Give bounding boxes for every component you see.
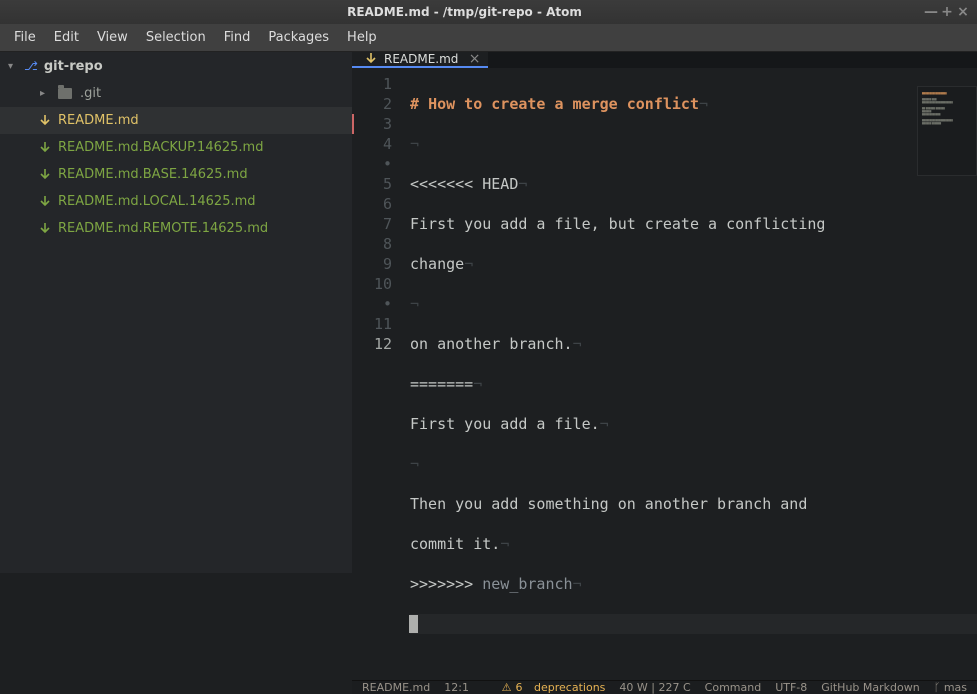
line-number[interactable]: 8	[354, 234, 392, 254]
status-file[interactable]: README.md	[362, 681, 430, 694]
window-maximize-button[interactable]: +	[939, 5, 955, 19]
line-number[interactable]: 2	[354, 94, 392, 114]
git-added-icon	[40, 196, 50, 208]
status-deprecations[interactable]: ⚠ 6 deprecations	[502, 681, 606, 694]
window-titlebar: README.md - /tmp/git-repo - Atom — + ×	[0, 0, 977, 24]
tree-folder-git[interactable]: ▸ .git	[0, 80, 352, 107]
line-number[interactable]: •	[354, 154, 392, 174]
tree-file[interactable]: README.md.LOCAL.14625.md	[0, 188, 352, 215]
project-root[interactable]: ▾ ⎇ git-repo	[0, 52, 352, 80]
status-cursor-position[interactable]: 12:1	[444, 681, 469, 694]
line-number[interactable]: 7	[354, 214, 392, 234]
menu-help[interactable]: Help	[339, 26, 385, 49]
tree-file[interactable]: README.md.BACKUP.14625.md	[0, 134, 352, 161]
line-number[interactable]: 10	[354, 274, 392, 294]
warning-icon: ⚠	[502, 681, 512, 694]
chevron-down-icon: ▾	[8, 61, 18, 72]
tree-item-label: README.md.LOCAL.14625.md	[58, 194, 256, 209]
status-encoding[interactable]: UTF-8	[775, 681, 807, 694]
line-number-gutter[interactable]: 1 2 3 4 • 5 6 7 8 9 10 • 11 12	[352, 68, 400, 680]
line-number[interactable]: 3	[352, 114, 392, 134]
git-modified-icon	[366, 53, 376, 65]
tree-file[interactable]: README.md.BASE.14625.md	[0, 161, 352, 188]
text-cursor	[409, 615, 418, 633]
line-number[interactable]: 5	[354, 174, 392, 194]
tab-label: README.md	[384, 52, 458, 66]
status-git-branch[interactable]: ᚴ mas	[934, 681, 967, 694]
git-added-icon	[40, 223, 50, 235]
menu-packages[interactable]: Packages	[260, 26, 337, 49]
tree-item-label: README.md.BASE.14625.md	[58, 167, 248, 182]
line-number[interactable]: 4	[354, 134, 392, 154]
project-name: git-repo	[44, 59, 103, 74]
window-minimize-button[interactable]: —	[923, 5, 939, 19]
folder-icon	[58, 88, 72, 99]
editor-content[interactable]: # How to create a merge conflict¬ ¬ <<<<…	[400, 68, 977, 680]
status-vim-mode[interactable]: Command	[705, 681, 762, 694]
line-number[interactable]: 1	[354, 74, 392, 94]
tree-view-sidebar: ▾ ⎇ git-repo ▸ .git README.md README.md.…	[0, 52, 352, 573]
menu-find[interactable]: Find	[216, 26, 259, 49]
line-number[interactable]: 11	[354, 314, 392, 334]
tab-bar: README.md ×	[352, 52, 977, 68]
git-added-icon	[40, 169, 50, 181]
line-number[interactable]: 9	[354, 254, 392, 274]
window-close-button[interactable]: ×	[955, 5, 971, 19]
line-number[interactable]: •	[354, 294, 392, 314]
menu-file[interactable]: File	[6, 26, 44, 49]
menu-edit[interactable]: Edit	[46, 26, 87, 49]
tree-item-label: .git	[80, 86, 101, 101]
tree-file-readme[interactable]: README.md	[0, 107, 352, 134]
menu-bar: File Edit View Selection Find Packages H…	[0, 24, 977, 52]
tab-close-icon[interactable]: ×	[469, 51, 481, 67]
status-grammar[interactable]: GitHub Markdown	[821, 681, 919, 694]
menu-view[interactable]: View	[89, 26, 136, 49]
repo-icon: ⎇	[24, 59, 38, 73]
tree-file[interactable]: README.md.REMOTE.14625.md	[0, 215, 352, 242]
window-title: README.md - /tmp/git-repo - Atom	[6, 5, 923, 19]
status-wrap-info[interactable]: 40 W | 227 C	[619, 681, 690, 694]
tree-item-label: README.md.REMOTE.14625.md	[58, 221, 268, 236]
git-added-icon	[40, 142, 50, 154]
branch-icon: ᚴ	[934, 681, 941, 694]
line-number[interactable]: 12	[354, 334, 392, 354]
tree-item-label: README.md	[58, 113, 139, 128]
minimap[interactable]: ████████████████ · ██████ ███ ██████████…	[917, 86, 977, 176]
tab-readme[interactable]: README.md ×	[352, 52, 488, 68]
line-number[interactable]: 6	[354, 194, 392, 214]
status-bar: README.md 12:1 ⚠ 6 deprecations 40 W | 2…	[352, 680, 977, 694]
chevron-right-icon: ▸	[40, 88, 50, 99]
tree-item-label: README.md.BACKUP.14625.md	[58, 140, 263, 155]
text-editor[interactable]: 1 2 3 4 • 5 6 7 8 9 10 • 11 12 # How to …	[352, 68, 977, 680]
menu-selection[interactable]: Selection	[138, 26, 214, 49]
git-modified-icon	[40, 115, 50, 127]
